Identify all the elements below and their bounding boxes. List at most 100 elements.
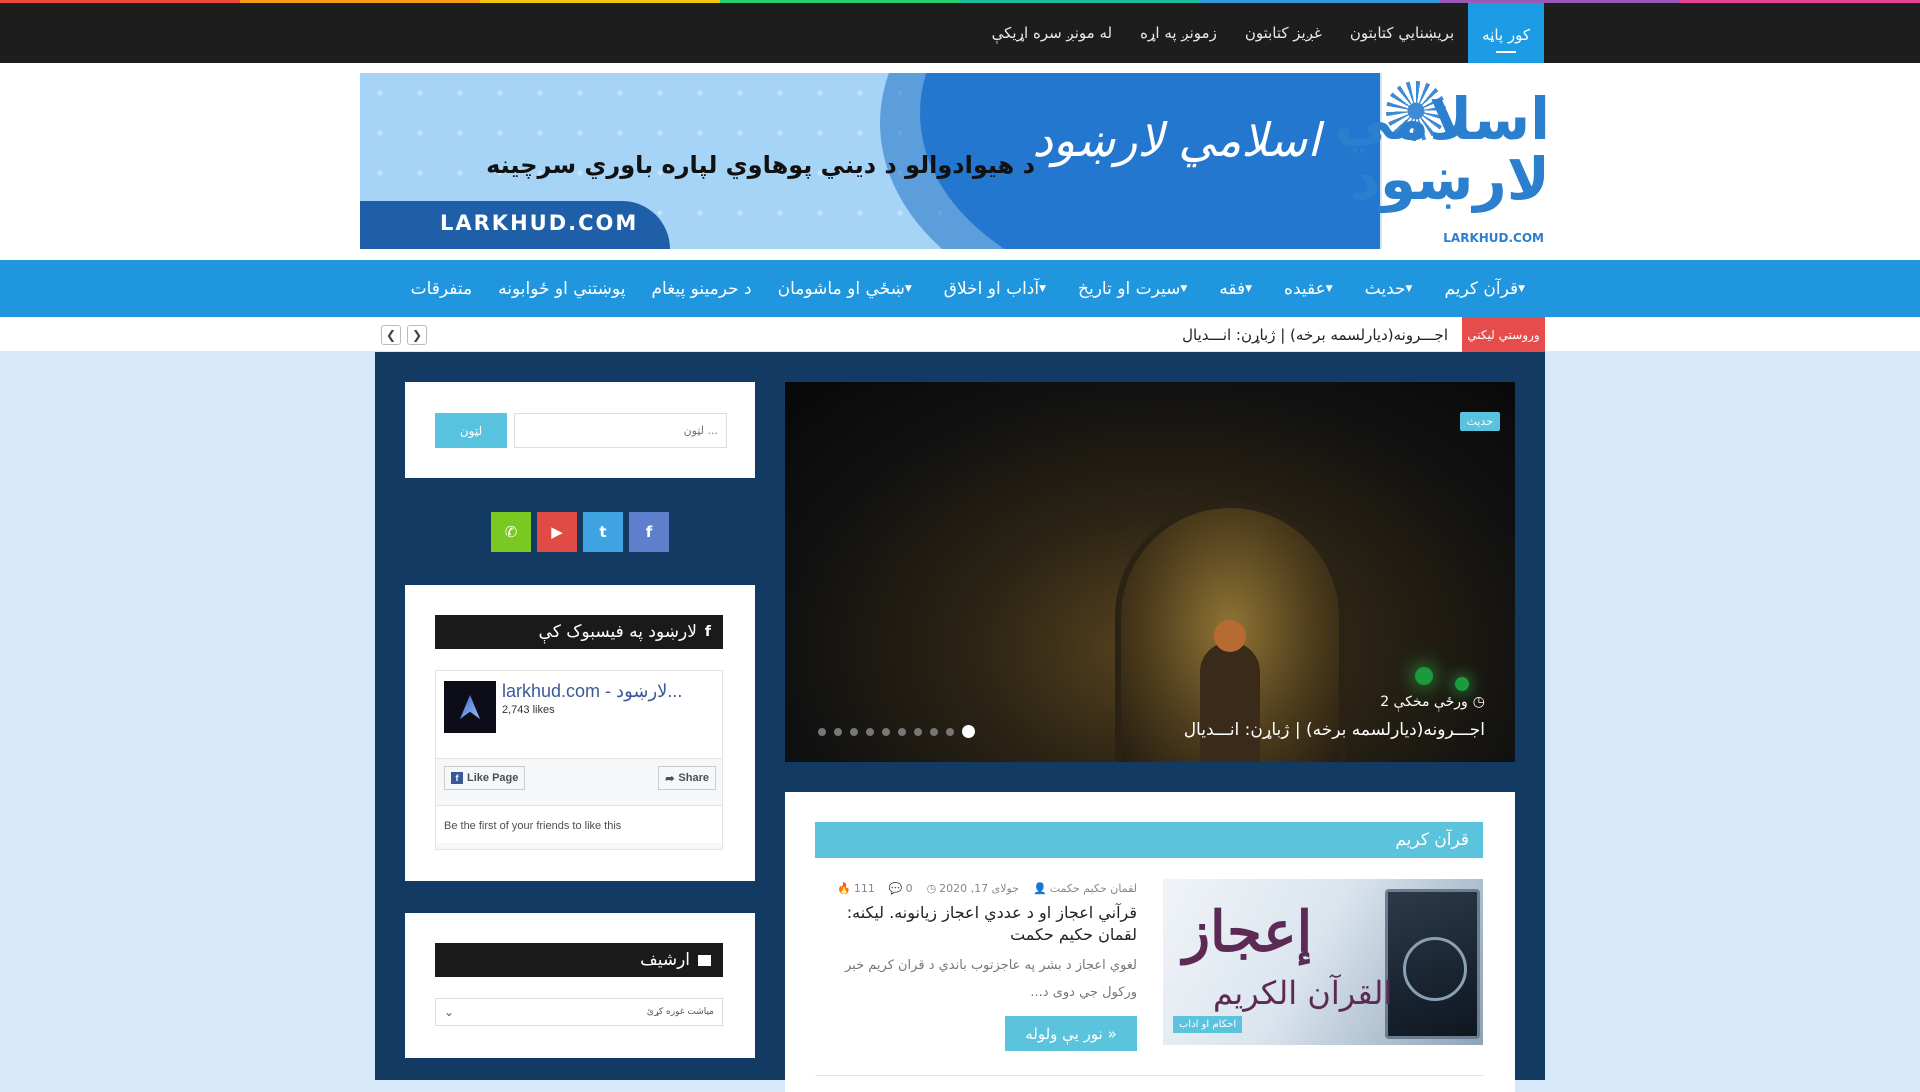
mainnav-label: متفرقات: [410, 278, 473, 299]
logo-text: اسلامي لارښود: [1334, 85, 1550, 213]
slider-pagination: [818, 725, 975, 738]
ticker-headline[interactable]: اجـــرونه(ديارلسمه برخه) | ژباړن: انـــد…: [1182, 317, 1448, 352]
facebook-icon[interactable]: f: [629, 512, 669, 552]
archive-title: ارشيف: [640, 950, 690, 970]
top-nav: کور پاڼه بریښنایي کتابتون غږیز کتابتون ز…: [978, 3, 1544, 67]
fb-page-header: larkhud.com - لارښود... 2,743 likes: [436, 671, 722, 759]
banner-domain: LARKHUD.COM: [440, 211, 639, 235]
fb-page-name[interactable]: larkhud.com - لارښود...: [502, 681, 682, 702]
divider: [815, 1075, 1483, 1076]
topnav-about[interactable]: زمونږ په اړه: [1126, 3, 1231, 63]
slider-dot[interactable]: [834, 727, 842, 736]
section-heading[interactable]: قرآن کريم: [815, 822, 1483, 858]
post-comments[interactable]: 💬 0: [889, 882, 913, 895]
featured-slider[interactable]: حديث 2 ورځې مخکې ◷ اجـــرونه(ديارلسمه بر…: [785, 382, 1515, 762]
chevron-left-icon[interactable]: ❮: [381, 325, 401, 345]
caret-down-icon: ▼: [1180, 283, 1188, 294]
mainnav-item-8[interactable]: پوښتني او ځوابونه: [485, 279, 638, 299]
mainnav-item-6[interactable]: ښځي او ماشومان ▼: [765, 279, 931, 299]
post-title[interactable]: قرآني اعجاز او د عددي اعجاز زيانونه. ليک…: [815, 902, 1137, 946]
fb-share-button[interactable]: ➦ Share: [658, 766, 716, 790]
slider-dot[interactable]: [946, 727, 954, 736]
topnav-ebooks[interactable]: بریښنایي کتابتون: [1336, 3, 1468, 63]
post-date-text: جولای 17, 2020: [939, 882, 1020, 895]
slider-dot[interactable]: [914, 727, 922, 736]
fire-icon: 🔥: [837, 882, 851, 895]
post-meta: 👤 لقمان حکيم حکمت ◷ جولای 17, 2020 💬 0 🔥 111: [815, 882, 1137, 895]
post-views-count: 111: [853, 882, 875, 895]
post-views: 🔥 111: [837, 882, 875, 895]
slider-dot[interactable]: [818, 727, 826, 736]
thumb-calligraphy-2: القرآن الكريم: [1213, 974, 1393, 1012]
fb-like-page-button[interactable]: f Like Page: [444, 766, 526, 790]
fb-like-label: Like Page: [467, 772, 519, 784]
banner-image: اسلامي لارښود د هيوادوالو د ديني پوهاوي …: [360, 73, 1380, 249]
slider-dot[interactable]: [866, 727, 874, 736]
mainnav-label: حديث: [1364, 278, 1406, 299]
fb-page-avatar[interactable]: [444, 681, 496, 733]
slider-dot[interactable]: [962, 725, 975, 738]
read-more-button[interactable]: نور يې ولوله »: [1005, 1016, 1137, 1051]
mainnav-label: قرآن کريم: [1444, 278, 1519, 299]
mainnav-label: ښځي او ماشومان: [777, 278, 905, 299]
twitter-icon[interactable]: t: [583, 512, 623, 552]
slider-light: [1415, 667, 1433, 685]
whatsapp-icon[interactable]: ✆: [491, 512, 531, 552]
slider-dot[interactable]: [930, 727, 938, 736]
quran-book-image: [1385, 889, 1480, 1039]
clock-icon: ◷: [1472, 694, 1485, 710]
topnav-audio-library[interactable]: غږیز کتابتون: [1231, 3, 1336, 63]
slider-meta: 2 ورځې مخکې ◷: [1380, 694, 1485, 710]
share-icon: ➦: [665, 772, 675, 785]
topnav-home[interactable]: کور پاڼه: [1468, 3, 1544, 67]
facebook-widget: f لارښود په فيسبوک کې larkhud.com - لارښ…: [405, 585, 755, 881]
mainnav-item-4[interactable]: سيرت او تاريخ ▼: [1065, 279, 1206, 299]
mainnav-item-9[interactable]: متفرقات: [398, 279, 486, 299]
ticker-label: وروستي ليکني: [1462, 317, 1545, 352]
topnav-contact[interactable]: له مونږ سره اړیکې: [978, 3, 1126, 63]
mainnav-item-5[interactable]: آداب او اخلاق ▼: [931, 279, 1065, 299]
facebook-widget-heading: f لارښود په فيسبوک کې: [435, 615, 723, 649]
slider-category-badge[interactable]: حديث: [1459, 412, 1500, 431]
mainnav-item-1[interactable]: حديث ▼: [1352, 279, 1432, 299]
youtube-icon[interactable]: ▶: [537, 512, 577, 552]
chevron-right-icon[interactable]: ❯: [407, 325, 427, 345]
post-thumbnail[interactable]: إعجاز القرآن الكريم احکام او اداب: [1163, 879, 1483, 1045]
user-icon: 👤: [1033, 882, 1047, 895]
search-button[interactable]: لټون: [435, 413, 507, 448]
search-input[interactable]: [514, 413, 727, 448]
mainnav-label: پوښتني او ځوابونه: [498, 278, 626, 299]
mainnav-item-2[interactable]: عقيده ▼: [1271, 279, 1352, 299]
mainnav-item-7[interactable]: د حرمينو پيغام: [638, 279, 764, 299]
caret-down-icon: ▼: [904, 283, 912, 294]
caret-down-icon: ▼: [1039, 283, 1047, 294]
site-header: اسلامي لارښود د هيوادوالو د ديني پوهاوي …: [0, 63, 1920, 260]
slider-title[interactable]: اجـــرونه(ديارلسمه برخه) | ژباړن: انـــد…: [1184, 720, 1485, 740]
post-author[interactable]: 👤 لقمان حکيم حکمت: [1033, 882, 1137, 895]
social-links: ✆ ▶ t f: [491, 512, 669, 552]
mainnav-label: سيرت او تاريخ: [1078, 278, 1181, 299]
mainnav-item-0[interactable]: قرآن کريم ▼: [1431, 279, 1544, 299]
post-category-tag[interactable]: احکام او اداب: [1173, 1016, 1243, 1033]
logo-subtext: LARKHUD.COM: [1443, 231, 1544, 245]
site-logo[interactable]: اسلامي لارښود LARKHUD.COM: [1334, 73, 1552, 249]
facebook-icon: f: [704, 624, 711, 640]
slider-dot[interactable]: [850, 727, 858, 736]
top-bar: کور پاڼه بریښنایي کتابتون غږیز کتابتون ز…: [0, 3, 1920, 67]
comment-icon: 💬: [888, 882, 903, 895]
archive-widget: ارشيف ⌄ مياشت غوره کړئ: [405, 913, 755, 1058]
post-comments-count: 0: [905, 882, 913, 895]
mainnav-label: فقه: [1219, 278, 1246, 299]
facebook-widget-title: لارښود په فيسبوک کې: [538, 622, 697, 642]
post-author-name: لقمان حکيم حکمت: [1049, 882, 1137, 895]
slider-dot[interactable]: [882, 727, 890, 736]
mainnav-item-3[interactable]: فقه ▼: [1206, 279, 1271, 299]
site-banner[interactable]: اسلامي لارښود د هيوادوالو د ديني پوهاوي …: [360, 73, 1552, 249]
fb-like-count: 2,743 likes: [502, 704, 555, 716]
breaking-news-ticker: وروستي ليکني اجـــرونه(ديارلسمه برخه) | …: [0, 317, 1920, 352]
caret-down-icon: ▼: [1405, 283, 1413, 294]
main-nav-items: قرآن کريم ▼ حديث ▼ عقيده ▼ فقه ▼ سيرت او تاريخ ▼ آ…: [398, 260, 1544, 317]
archive-month-select[interactable]: ⌄ مياشت غوره کړئ: [435, 998, 723, 1026]
slider-dot[interactable]: [898, 727, 906, 736]
mainnav-label: عقيده: [1284, 278, 1326, 299]
